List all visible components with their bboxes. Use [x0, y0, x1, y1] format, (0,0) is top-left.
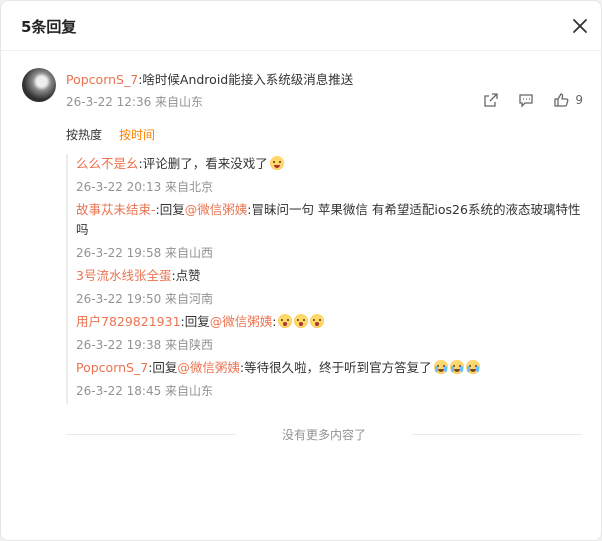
mention-link[interactable]: @微信粥姨: [177, 360, 240, 375]
cry-emoji-icon: [433, 360, 448, 374]
reply-username[interactable]: PopcornS_7: [76, 360, 148, 375]
like-icon[interactable]: [552, 91, 570, 109]
reply-meta: 26-3-22 19:38 来自陕西: [76, 338, 214, 352]
list-item: PopcornS_7:回复@微信粥姨:等待很久啦，终于听到官方答复了 26-3-…: [76, 358, 584, 401]
like-count: 9: [575, 93, 583, 107]
reply-meta: 26-3-22 19:58 来自山西: [76, 246, 214, 260]
root-comment-text: :啥时候Android能接入系统级消息推送: [138, 72, 354, 87]
comment-icon[interactable]: [517, 91, 535, 109]
reply-username[interactable]: 用户7829821931: [76, 314, 181, 329]
dialog-title: 5条回复: [21, 18, 77, 36]
cry-emoji-icon: [465, 360, 480, 374]
close-icon[interactable]: [571, 17, 589, 35]
mention-link[interactable]: @微信粥姨: [210, 314, 273, 329]
end-of-list: 没有更多内容了: [66, 426, 582, 442]
reply-text: 故事苁未结束-:回复@微信粥姨:冒昧问一句 苹果微信 有希望适配ios26系统的…: [76, 202, 581, 237]
root-comment-meta: 26-3-22 12:36 来自山东: [66, 95, 204, 109]
reply-meta: 26-3-22 18:45 来自山东: [76, 384, 214, 398]
reply-username[interactable]: 故事苁未结束-: [76, 202, 156, 217]
sort-by-hot[interactable]: 按热度: [66, 128, 102, 142]
wow-emoji-icon: [294, 314, 309, 328]
list-item: 3号流水线张全蛋:点赞 26-3-22 19:50 来自河南: [76, 266, 584, 309]
list-item: 用户7829821931:回复@微信粥姨: 26-3-22 19:38 来自陕西: [76, 312, 584, 355]
root-comment: PopcornS_7:啥时候Android能接入系统级消息推送: [66, 69, 353, 88]
reply-text: 用户7829821931:回复@微信粥姨:: [76, 312, 581, 332]
list-item: 么么不是幺:评论删了，看来没戏了 26-3-22 20:13 来自北京: [76, 154, 584, 197]
wow-emoji-icon: [310, 314, 325, 328]
reply-text: 3号流水线张全蛋:点赞: [76, 268, 201, 283]
avatar[interactable]: [22, 68, 56, 102]
share-icon[interactable]: [482, 91, 500, 109]
list-item: 故事苁未结束-:回复@微信粥姨:冒昧问一句 苹果微信 有希望适配ios26系统的…: [76, 200, 584, 263]
reply-meta: 26-3-22 20:13 来自北京: [76, 180, 214, 194]
replies-dialog: 5条回复 PopcornS_7:啥时候Android能接入系统级消息推送 26-…: [0, 0, 602, 541]
root-actions: 9: [465, 91, 583, 109]
reply-text: PopcornS_7:回复@微信粥姨:等待很久啦，终于听到官方答复了: [76, 358, 581, 378]
reply-meta: 26-3-22 19:50 来自河南: [76, 292, 214, 306]
mention-link[interactable]: @微信粥姨: [185, 202, 248, 217]
reply-list: 么么不是幺:评论删了，看来没戏了 26-3-22 20:13 来自北京 故事苁未…: [66, 154, 584, 404]
divider: [412, 434, 582, 435]
reply-username[interactable]: 么么不是幺: [76, 156, 139, 171]
root-username[interactable]: PopcornS_7: [66, 72, 138, 87]
cry-emoji-icon: [449, 360, 464, 374]
wow-emoji-icon: [278, 314, 293, 328]
reply-text: 么么不是幺:评论删了，看来没戏了: [76, 154, 581, 174]
sort-by-time[interactable]: 按时间: [119, 128, 155, 142]
dialog-header: 5条回复: [1, 1, 601, 51]
reply-username[interactable]: 3号流水线张全蛋: [76, 268, 171, 283]
doge-emoji-icon: [269, 156, 284, 170]
sort-tabs: 按热度 按时间: [66, 126, 172, 143]
